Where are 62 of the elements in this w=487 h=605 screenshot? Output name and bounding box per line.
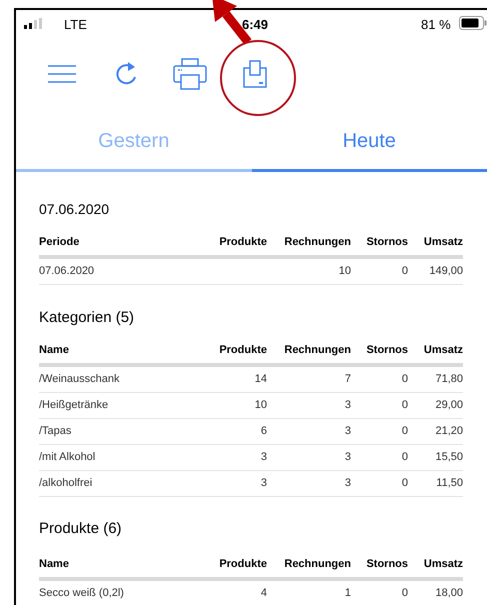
table-cell-text: 71,80 xyxy=(435,372,463,388)
table-cell-text: 29,00 xyxy=(435,398,463,414)
table-cell-text: 0 xyxy=(402,450,408,466)
table-cell-text: 6 xyxy=(260,424,267,440)
table-cell-text: 0 xyxy=(402,372,408,388)
column-header: Periode xyxy=(39,234,80,250)
table-cell-text: /mit Alkohol xyxy=(39,450,96,466)
column-header: Rechnungen xyxy=(284,342,351,358)
table-cell-text: 3 xyxy=(260,476,267,492)
table-cell-text: /Weinausschank xyxy=(39,372,120,388)
table-cell-text: 18,00 xyxy=(435,586,463,602)
signal-icon xyxy=(24,18,42,29)
table-cell-text: 21,20 xyxy=(435,424,463,440)
table-cell-text: 0 xyxy=(402,476,408,492)
print-icon[interactable] xyxy=(173,58,207,90)
table-cell-text: 0 xyxy=(402,398,408,414)
table-cell-text: Secco weiß (0,2l) xyxy=(39,586,124,602)
column-header: Umsatz xyxy=(424,556,463,572)
section-title: 07.06.2020 xyxy=(39,200,110,218)
table-cell-text: 15,50 xyxy=(435,450,463,466)
table-cell-text: 07.06.2020 xyxy=(39,264,94,280)
table-cell-text: 0 xyxy=(402,264,408,280)
table-cell-text: 10 xyxy=(254,398,267,414)
column-header: Name xyxy=(39,556,69,572)
save-icon[interactable] xyxy=(243,60,267,88)
carrier-label: LTE xyxy=(64,16,87,34)
table-cell-text: 3 xyxy=(344,476,351,492)
column-header: Produkte xyxy=(219,234,267,250)
table-cell-text: 3 xyxy=(260,450,267,466)
column-header: Stornos xyxy=(366,342,408,358)
table-cell-text: 4 xyxy=(260,586,267,602)
battery-percentage: 81 % xyxy=(421,16,451,34)
column-header: Rechnungen xyxy=(284,234,351,250)
column-header: Stornos xyxy=(366,234,408,250)
table-cell-text: 149,00 xyxy=(429,264,463,280)
table-cell-text: 0 xyxy=(402,586,408,602)
section-title: Produkte (6) xyxy=(39,519,122,539)
tab[interactable]: Gestern xyxy=(16,112,252,172)
refresh-icon[interactable] xyxy=(114,61,138,87)
section-title: Kategorien (5) xyxy=(39,308,134,328)
table-cell-text: 0 xyxy=(402,424,408,440)
table-cell-text: 10 xyxy=(338,264,351,280)
column-header: Produkte xyxy=(219,556,267,572)
column-header: Name xyxy=(39,342,69,358)
table-cell-text: /alkoholfrei xyxy=(39,476,92,492)
table-cell-text: 1 xyxy=(344,586,351,602)
column-header: Rechnungen xyxy=(284,556,351,572)
table-cell-text: 7 xyxy=(344,372,351,388)
table-cell-text: /Heißgetränke xyxy=(39,398,108,414)
tab[interactable]: Heute xyxy=(252,112,487,172)
column-header: Stornos xyxy=(366,556,408,572)
table-cell-text: 14 xyxy=(254,372,267,388)
table-cell-text: 11,50 xyxy=(436,476,463,492)
column-header: Umsatz xyxy=(424,342,463,358)
column-header: Umsatz xyxy=(424,234,463,250)
table-cell-text: /Tapas xyxy=(39,424,72,440)
clock-time: 6:49 xyxy=(242,16,268,34)
table-cell-text: 3 xyxy=(344,398,351,414)
column-header: Produkte xyxy=(219,342,267,358)
table-cell-text: 3 xyxy=(344,424,351,440)
table-cell-text: 3 xyxy=(344,450,351,466)
menu-icon[interactable] xyxy=(47,64,77,84)
